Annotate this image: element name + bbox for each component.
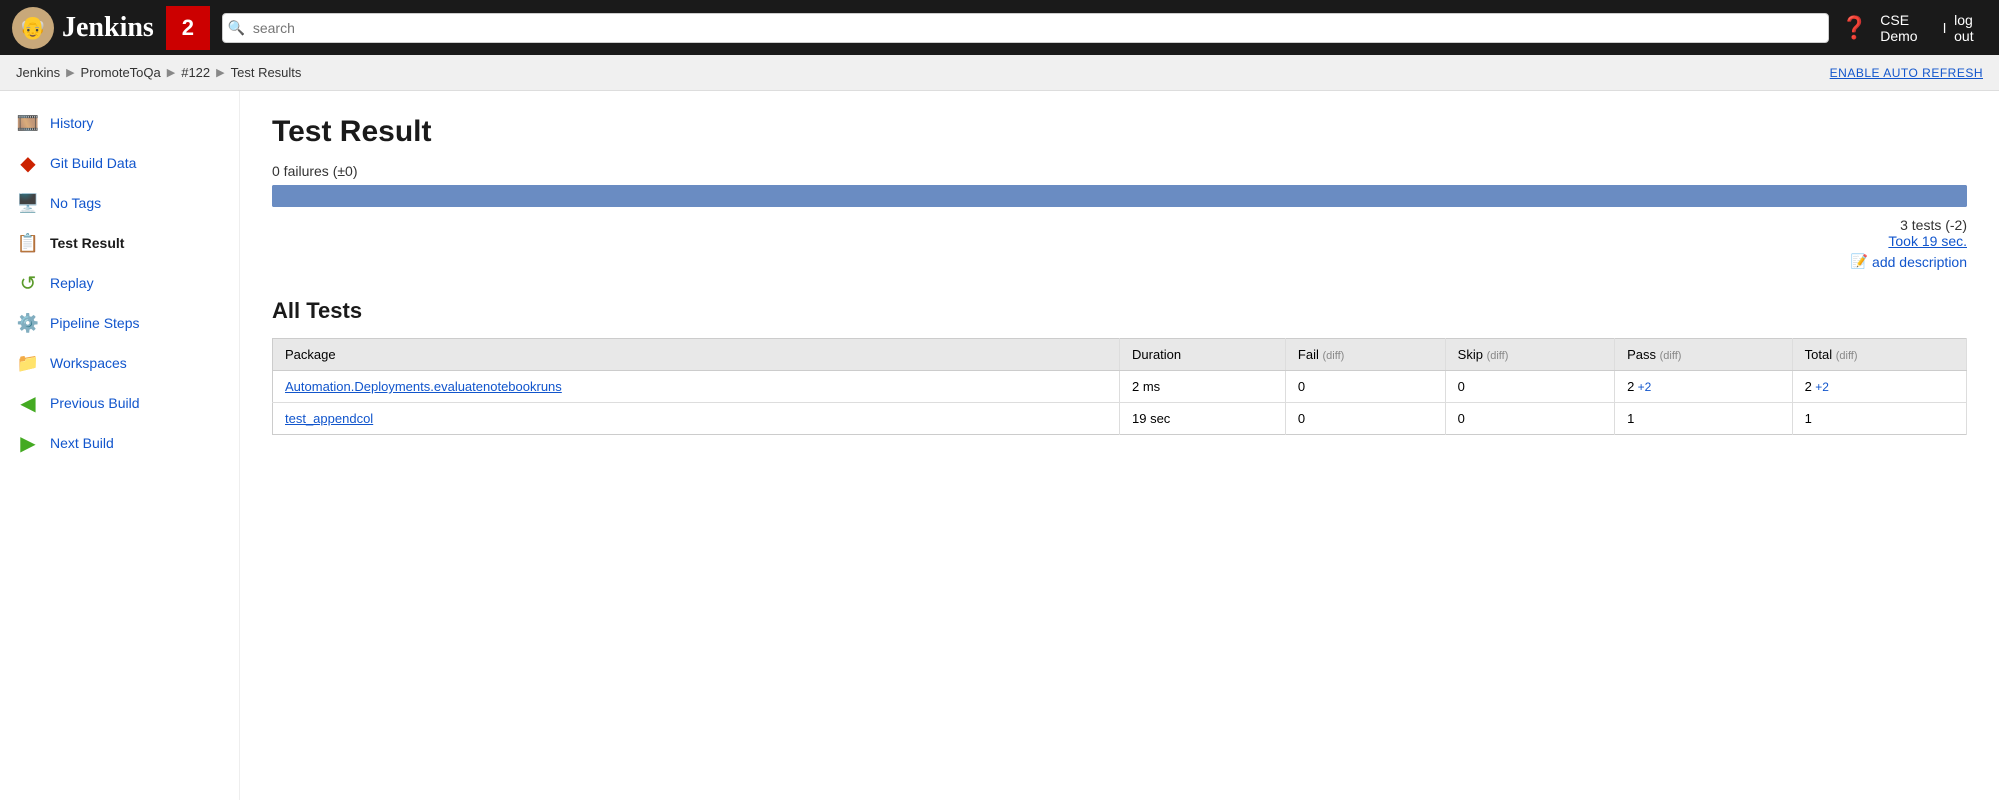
col-skip: Skip (diff) [1445,339,1614,371]
tests-count: 3 tests (-2) [272,217,1967,233]
notification-badge[interactable]: 2 [166,6,210,50]
content: Test Result 0 failures (±0) 3 tests (-2)… [240,91,1999,800]
cell-duration: 19 sec [1120,403,1286,435]
cell-package: test_appendcol [273,403,1120,435]
breadcrumb-jenkins[interactable]: Jenkins [16,65,60,80]
workspaces-icon: 📁 [16,351,40,375]
cell-package: Automation.Deployments.evaluatenotebookr… [273,371,1120,403]
all-tests-heading: All Tests [272,298,1967,324]
sidebar-item-pipeline-steps[interactable]: ⚙️ Pipeline Steps [0,303,239,343]
col-package: Package [273,339,1120,371]
cell-skip: 0 [1445,371,1614,403]
no-tags-icon: 🖥️ [16,191,40,215]
cell-total: 1 [1792,403,1966,435]
logout-link[interactable]: log out [1954,12,1987,44]
breadcrumb-test-results: Test Results [231,65,302,80]
col-fail: Fail (diff) [1285,339,1445,371]
tests-table: Package Duration Fail (diff) Skip (diff)… [272,338,1967,435]
test-result-icon: 📋 [16,231,40,255]
pipeline-icon: ⚙️ [16,311,40,335]
cell-fail: 0 [1285,371,1445,403]
col-total: Total (diff) [1792,339,1966,371]
search-wrapper [222,13,1829,43]
breadcrumb-sep-2: ▶ [167,66,175,79]
breadcrumb-promotetoga[interactable]: PromoteToQa [81,65,161,80]
cell-skip: 0 [1445,403,1614,435]
failures-label: 0 failures (±0) [272,163,1967,179]
col-duration: Duration [1120,339,1286,371]
breadcrumb-sep-3: ▶ [216,66,224,79]
sidebar-item-workspaces[interactable]: 📁 Workspaces [0,343,239,383]
header: 👴 Jenkins 2 ❓ CSE Demo l log out [0,0,1999,55]
edit-icon: 📝 [1851,253,1868,270]
sidebar-item-test-result[interactable]: 📋 Test Result [0,223,239,263]
table-row: Automation.Deployments.evaluatenotebookr… [273,371,1967,403]
sidebar-label-testresult: Test Result [50,235,124,251]
cell-duration: 2 ms [1120,371,1286,403]
main-layout: 🎞️ History ◆ Git Build Data 🖥️ No Tags 📋… [0,91,1999,800]
user-name: CSE Demo [1880,12,1935,44]
replay-icon: ↺ [16,271,40,295]
header-user-area: CSE Demo l log out [1880,12,1987,44]
sidebar-label-replay: Replay [50,275,94,291]
sidebar-item-no-tags[interactable]: 🖥️ No Tags [0,183,239,223]
git-icon: ◆ [16,151,40,175]
breadcrumb-build[interactable]: #122 [181,65,210,80]
sidebar-item-history[interactable]: 🎞️ History [0,103,239,143]
sidebar-item-replay[interactable]: ↺ Replay [0,263,239,303]
sidebar-label-prev: Previous Build [50,395,140,411]
package-link[interactable]: test_appendcol [285,411,373,426]
next-build-icon: ▶ [16,431,40,455]
sidebar: 🎞️ History ◆ Git Build Data 🖥️ No Tags 📋… [0,91,240,800]
page-title: Test Result [272,115,1967,149]
history-icon: 🎞️ [16,111,40,135]
sidebar-label-notags: No Tags [50,195,101,211]
sidebar-label-next: Next Build [50,435,114,451]
pipe-separator: l [1943,20,1946,36]
tests-table-body: Automation.Deployments.evaluatenotebookr… [273,371,1967,435]
sidebar-label-history: History [50,115,94,131]
add-description-area: 📝 add description [272,253,1967,270]
logo-area: 👴 Jenkins [12,7,154,49]
search-input[interactable] [222,13,1829,43]
prev-build-icon: ◀ [16,391,40,415]
sidebar-label-workspaces: Workspaces [50,355,127,371]
breadcrumb: Jenkins ▶ PromoteToQa ▶ #122 ▶ Test Resu… [16,65,301,80]
table-row: test_appendcol19 sec0011 [273,403,1967,435]
auto-refresh-link[interactable]: ENABLE AUTO REFRESH [1830,66,1983,80]
cell-fail: 0 [1285,403,1445,435]
sidebar-label-git: Git Build Data [50,155,136,171]
site-title: Jenkins [62,12,154,44]
jenkins-logo-icon: 👴 [12,7,54,49]
col-pass: Pass (diff) [1615,339,1793,371]
cell-pass: 2 +2 [1615,371,1793,403]
add-description-link[interactable]: 📝 add description [1851,253,1967,270]
sidebar-item-previous-build[interactable]: ◀ Previous Build [0,383,239,423]
sidebar-item-next-build[interactable]: ▶ Next Build [0,423,239,463]
breadcrumb-bar: Jenkins ▶ PromoteToQa ▶ #122 ▶ Test Resu… [0,55,1999,91]
cell-total: 2 +2 [1792,371,1966,403]
sidebar-item-git-build-data[interactable]: ◆ Git Build Data [0,143,239,183]
cell-pass: 1 [1615,403,1793,435]
stats-area: 3 tests (-2) Took 19 sec. 📝 add descript… [272,217,1967,270]
breadcrumb-sep-1: ▶ [66,66,74,79]
progress-bar [272,185,1967,207]
progress-bar-fill [272,185,1967,207]
sidebar-label-pipeline: Pipeline Steps [50,315,140,331]
took-time-link[interactable]: Took 19 sec. [272,233,1967,249]
help-icon[interactable]: ❓ [1841,15,1868,41]
package-link[interactable]: Automation.Deployments.evaluatenotebookr… [285,379,562,394]
table-header-row: Package Duration Fail (diff) Skip (diff)… [273,339,1967,371]
